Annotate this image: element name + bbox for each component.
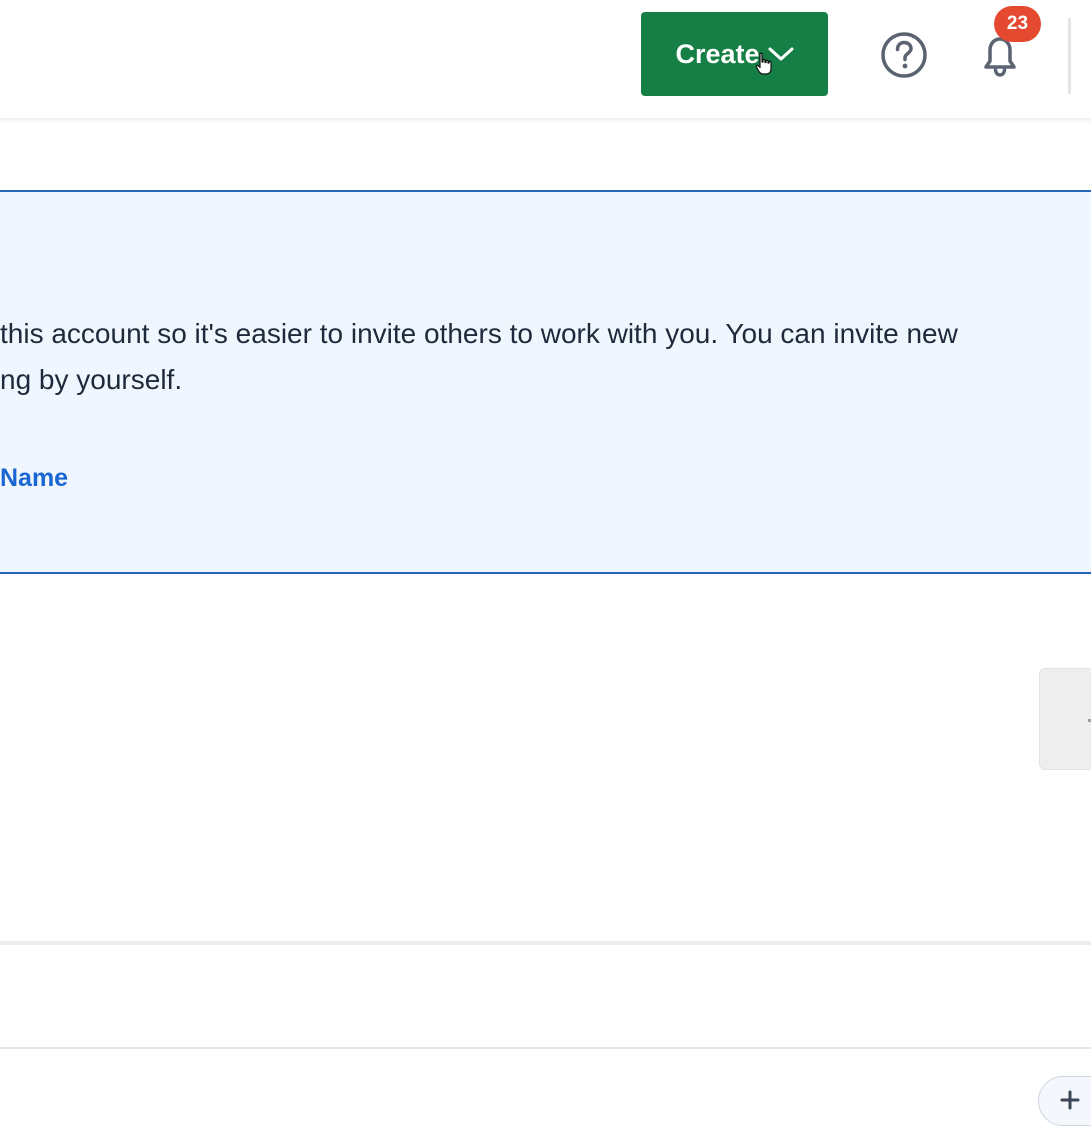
plus-icon (1060, 1090, 1080, 1110)
question-circle-icon[interactable] (880, 31, 928, 79)
section-divider (0, 941, 1091, 945)
top-bar: Create 23 (0, 0, 1091, 119)
banner-text-line-2: ng by yourself. (0, 364, 183, 395)
info-banner: this account so it's easier to invite ot… (0, 190, 1091, 574)
header-divider (1068, 18, 1071, 94)
add-button[interactable] (1038, 1076, 1091, 1126)
create-button[interactable]: Create (641, 12, 828, 96)
side-panel-tab[interactable] (1039, 668, 1091, 770)
footer-divider (0, 1047, 1091, 1049)
banner-name-link[interactable]: Name (0, 464, 68, 493)
chevron-down-icon (768, 47, 794, 61)
banner-text-line-1: this account so it's easier to invite ot… (0, 318, 958, 349)
notification-count-badge: 23 (994, 6, 1041, 42)
create-button-label: Create (675, 38, 760, 69)
